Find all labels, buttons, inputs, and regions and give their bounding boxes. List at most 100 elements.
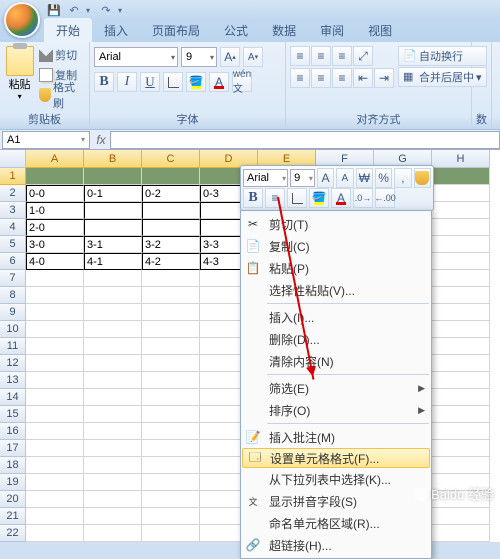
cell[interactable] [26,508,84,525]
cell[interactable] [142,219,200,236]
cell[interactable] [142,389,200,406]
cell[interactable] [26,355,84,372]
cell[interactable] [84,457,142,474]
cell[interactable] [26,168,84,185]
border-button[interactable] [163,72,183,92]
cell[interactable] [84,406,142,423]
qat-customize-icon[interactable]: ▾ [118,6,126,15]
mini-dec-decimal[interactable]: .0→ [353,188,373,208]
tab-review[interactable]: 审阅 [308,18,356,42]
cell[interactable] [26,440,84,457]
undo-dropdown-icon[interactable]: ▾ [86,6,94,15]
row-header[interactable]: 13 [0,372,26,389]
cell[interactable] [432,406,490,423]
row-header[interactable]: 7 [0,270,26,287]
font-family-combo[interactable]: Arial [94,47,178,67]
cell[interactable] [142,287,200,304]
cell[interactable]: 1-0 [26,202,84,219]
cell[interactable] [432,202,490,219]
row-header[interactable]: 15 [0,406,26,423]
cell[interactable]: 3-0 [26,236,84,253]
mini-comma[interactable]: , [394,168,411,188]
align-middle-button[interactable]: ≡ [311,46,331,66]
cell[interactable] [26,491,84,508]
cell[interactable] [432,270,490,287]
mini-inc-decimal[interactable]: ←.00 [375,188,395,208]
ctx-format-cells[interactable]: 🗔设置单元格格式(F)... [242,448,430,468]
cell[interactable] [26,304,84,321]
italic-button[interactable]: I [117,72,137,92]
cell[interactable] [26,338,84,355]
cell[interactable] [432,287,490,304]
cell[interactable] [84,304,142,321]
mini-currency[interactable]: ₩ [356,168,373,188]
mini-border[interactable] [287,188,307,208]
ctx-comment[interactable]: 📝插入批注(M) [241,426,431,448]
cell[interactable] [84,525,142,542]
cell[interactable] [26,389,84,406]
cell[interactable] [142,525,200,542]
cell[interactable] [84,355,142,372]
phonetic-button[interactable]: wén文 [232,72,252,92]
cell[interactable] [142,372,200,389]
cell[interactable] [432,372,490,389]
cell[interactable] [26,525,84,542]
cell[interactable] [84,338,142,355]
cell[interactable] [84,372,142,389]
cell[interactable] [142,474,200,491]
cell[interactable] [432,304,490,321]
cell[interactable] [432,168,490,185]
cell[interactable] [84,219,142,236]
orientation-button[interactable]: ⤢ [353,46,373,66]
cell[interactable] [84,491,142,508]
cell[interactable] [142,168,200,185]
row-header[interactable]: 21 [0,508,26,525]
tab-view[interactable]: 视图 [356,18,404,42]
align-top-button[interactable]: ≡ [290,46,310,66]
fx-icon[interactable]: fx [92,133,110,147]
cell[interactable] [84,287,142,304]
row-header[interactable]: 5 [0,236,26,253]
fill-color-button[interactable]: 🪣 [186,72,206,92]
cell[interactable] [432,185,490,202]
ctx-sort[interactable]: 排序(O)▶ [241,399,431,421]
cell[interactable] [26,321,84,338]
cell[interactable] [84,440,142,457]
col-header-B[interactable]: B [84,150,142,168]
ctx-cut[interactable]: ✂剪切(T) [241,213,431,235]
row-header[interactable]: 2 [0,185,26,202]
col-header-C[interactable]: C [142,150,200,168]
name-box[interactable]: A1 [2,131,90,149]
row-header[interactable]: 6 [0,253,26,270]
cell[interactable]: 4-0 [26,253,84,270]
align-center-button[interactable]: ≡ [311,68,331,88]
ctx-hyperlink[interactable]: 🔗超链接(H)... [241,534,431,556]
ctx-clear[interactable]: 清除内容(N) [241,350,431,372]
bold-button[interactable]: B [94,72,114,92]
row-header[interactable]: 22 [0,525,26,542]
col-header-H[interactable]: H [432,150,490,168]
align-bottom-button[interactable]: ≡ [332,46,352,66]
cell[interactable] [142,491,200,508]
ctx-dropdown-pick[interactable]: 从下拉列表中选择(K)... [241,468,431,490]
cell[interactable] [432,338,490,355]
paste-button[interactable]: 粘贴 ▾ [4,44,35,110]
cell[interactable]: 0-0 [26,185,84,202]
cell[interactable] [142,321,200,338]
cell[interactable] [26,423,84,440]
row-header[interactable]: 20 [0,491,26,508]
row-header[interactable]: 10 [0,321,26,338]
save-icon[interactable]: 💾 [46,2,62,18]
row-header[interactable]: 4 [0,219,26,236]
cell[interactable]: 0-2 [142,185,200,202]
mini-shrink-font[interactable]: A [336,168,353,188]
font-color-button[interactable]: A [209,72,229,92]
cell[interactable] [84,389,142,406]
cell[interactable] [432,355,490,372]
indent-dec-button[interactable]: ⇤ [353,68,373,88]
tab-layout[interactable]: 页面布局 [140,18,212,42]
cell[interactable] [142,202,200,219]
row-header[interactable]: 17 [0,440,26,457]
cell[interactable] [142,355,200,372]
office-button[interactable] [4,2,40,38]
